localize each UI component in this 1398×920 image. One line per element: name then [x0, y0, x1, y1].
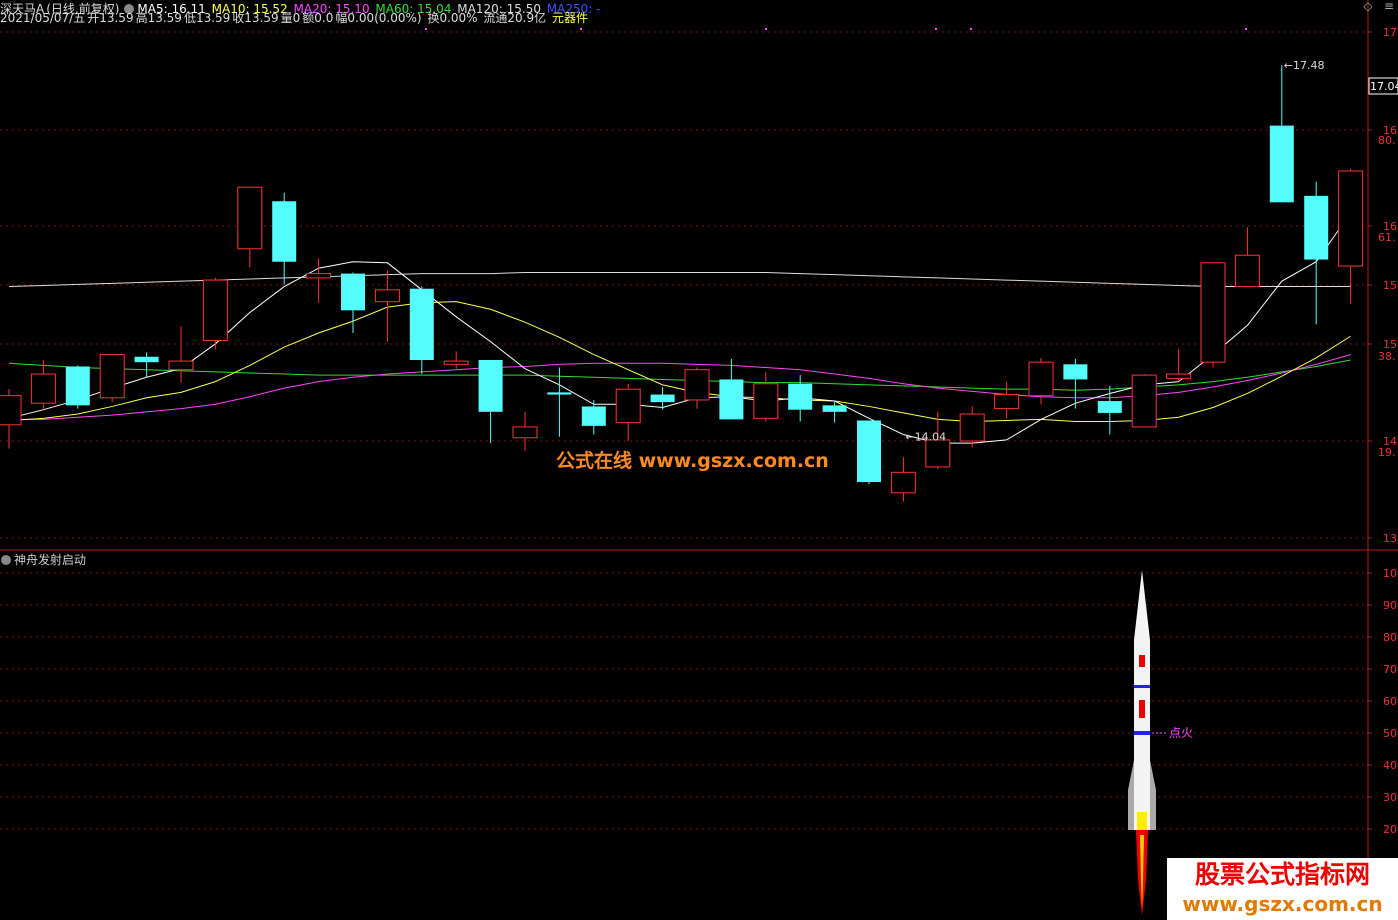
rocket-fin-right — [1150, 760, 1156, 830]
extra-axis-label: 38. — [1378, 350, 1396, 363]
quote-low: 低13.59 — [183, 11, 231, 25]
candle-body-down — [478, 360, 503, 412]
sub-tick-label: 50 — [1383, 727, 1397, 740]
quote-amount: 额0.0 — [302, 11, 334, 25]
indicator-title-row: 神舟发射启动 — [0, 552, 86, 568]
diamond-icon[interactable]: ◇ — [1363, 0, 1372, 13]
candle-body-down — [788, 383, 813, 410]
candle-body-down — [272, 201, 297, 262]
corner-watermark: 股票公式指标网 www.gszx.com.cn — [1167, 858, 1398, 920]
rocket-stripe — [1134, 731, 1150, 735]
candle-body-up — [753, 383, 779, 419]
candle-body-down — [547, 392, 572, 395]
quote-row: 2021/05/07/五 开13.59 高13.59 低13.59 收13.59 量0 额0… — [0, 9, 590, 27]
top-right-icons: ◇ ≡ — [1363, 0, 1394, 12]
candle-body-up — [30, 373, 56, 404]
quote-date: 2021/05/07/五 — [0, 11, 86, 25]
candle-body-down — [1269, 125, 1294, 203]
candle-body-up — [994, 394, 1020, 410]
quote-float: 流通20.9亿 — [483, 11, 547, 25]
candle-body-down — [719, 379, 744, 420]
marker-dot — [425, 28, 427, 30]
candle-body-up — [443, 360, 469, 365]
candle-body-up — [615, 388, 641, 424]
candle-body-up — [890, 471, 916, 494]
sub-tick-label: 80 — [1383, 631, 1397, 644]
marker-dot — [970, 28, 972, 30]
candle-body-up — [1338, 170, 1364, 267]
candle-body-up — [202, 279, 228, 342]
candle-body-up — [684, 369, 710, 401]
indicator-toggle-icon[interactable] — [1, 555, 11, 565]
center-watermark: 公式在线 www.gszx.com.cn — [556, 450, 829, 472]
marker-dot — [765, 28, 767, 30]
candle-body-up — [1131, 374, 1157, 428]
candle-body-up — [1200, 262, 1226, 363]
sub-tick-label: 60 — [1383, 695, 1397, 708]
candle-body-up — [374, 289, 400, 303]
candle-body-up — [1234, 254, 1260, 288]
candle-body-up — [925, 439, 951, 468]
candle-body-up — [168, 360, 194, 371]
extra-axis-label: 80. — [1378, 134, 1396, 147]
quote-sector: 元器件 — [551, 11, 588, 25]
current-price-label: 17.04 — [1370, 80, 1398, 93]
quote-open: 开13.59 — [87, 11, 134, 25]
ignite-label: 点火 — [1169, 726, 1193, 740]
quote-turnover: 换0.00% — [427, 11, 478, 25]
candle-body-down — [1097, 401, 1122, 413]
rocket-nozzle — [1137, 812, 1147, 830]
price-annotation: ←14.04 — [905, 431, 946, 444]
quote-volume: 量0 — [280, 11, 301, 25]
candle-body-up — [512, 426, 538, 439]
candle-body-down — [1063, 364, 1088, 380]
price-axis: 1716161515141380.61.38.19.17.04 — [1368, 26, 1398, 545]
sub-tick-label: 30 — [1383, 791, 1397, 804]
price-tick-label: 15 — [1383, 279, 1397, 292]
quote-change: 幅0.00(0.00%) — [335, 11, 422, 25]
candle-body-up — [0, 395, 22, 426]
marker-dot — [1245, 28, 1247, 30]
price-tick-label: 13 — [1383, 532, 1397, 545]
menu-icon[interactable]: ≡ — [1384, 0, 1394, 13]
candle-body-up — [237, 186, 263, 250]
extra-axis-label: 19. — [1378, 446, 1396, 459]
rocket-window — [1139, 655, 1145, 667]
candle-body-down — [409, 288, 434, 360]
quote-close: 收13.59 — [232, 11, 279, 25]
candle-body-down — [341, 273, 365, 311]
candle-body-down — [1304, 195, 1329, 260]
sub-tick-label: 10 — [1383, 567, 1397, 580]
candle-body-up — [1166, 373, 1192, 379]
sub-tick-label: 70 — [1383, 663, 1397, 676]
rocket-fin-left — [1128, 760, 1134, 830]
candle-body-down — [650, 394, 675, 403]
candles: ←17.48 ←14.04 — [0, 59, 1364, 502]
corner-watermark-line2: www.gszx.com.cn — [1182, 892, 1383, 916]
quote-high: 高13.59 — [135, 11, 182, 25]
sub-tick-label: 20 — [1383, 823, 1397, 836]
marker-dot — [580, 28, 582, 30]
sub-tick-label: 90 — [1383, 599, 1397, 612]
sub-grid: 10 90 80 70 60 50 40 30 20 — [0, 567, 1397, 836]
candle-body-down — [822, 405, 847, 412]
extra-axis-label: 61. — [1378, 231, 1396, 244]
candle-body-down — [65, 366, 90, 406]
rocket-stripe — [1134, 685, 1150, 688]
price-annotation: ←17.48 — [1284, 59, 1325, 72]
price-tick-label: 17 — [1383, 26, 1397, 39]
candle-body-up — [1028, 361, 1054, 397]
marker-dot — [935, 28, 937, 30]
corner-watermark-line1: 股票公式指标网 — [1194, 860, 1370, 889]
sub-tick-label: 40 — [1383, 759, 1397, 772]
candle-body-down — [134, 356, 159, 363]
candle-body-up — [306, 273, 332, 279]
rocket-window — [1139, 700, 1145, 718]
candle-body-up — [99, 354, 125, 399]
candle-body-down — [581, 406, 606, 426]
candle-body-down — [857, 420, 881, 483]
indicator-title: 神舟发射启动 — [14, 553, 87, 567]
candle-body-up — [959, 413, 985, 442]
